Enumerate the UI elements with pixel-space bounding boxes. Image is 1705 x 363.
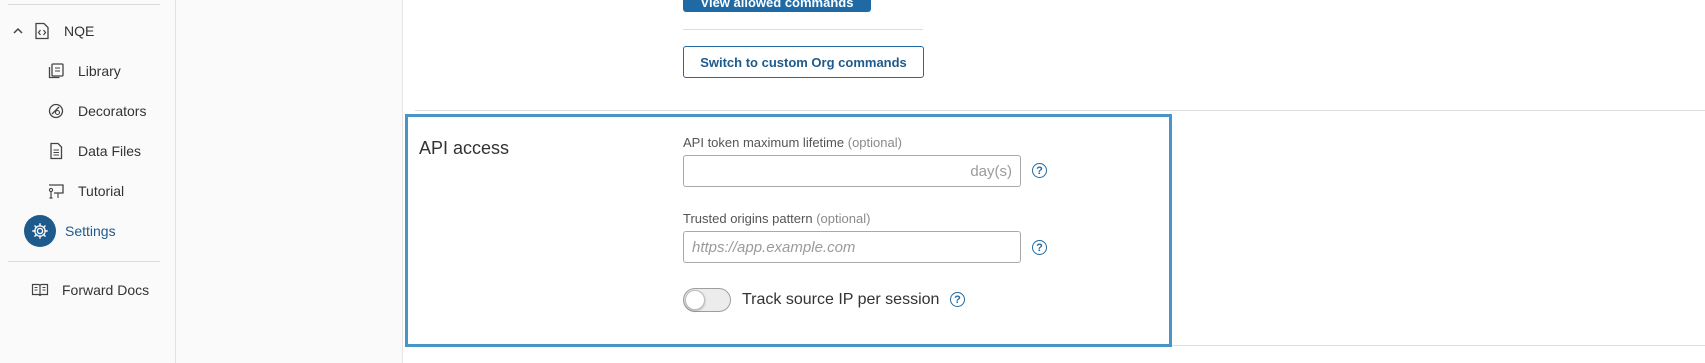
help-icon[interactable]: ?	[1032, 163, 1047, 178]
library-icon	[46, 61, 66, 81]
section-divider	[415, 110, 1705, 111]
view-allowed-commands-button[interactable]: View allowed commands	[683, 0, 871, 12]
divider	[683, 29, 923, 30]
sidebar-section-nqe[interactable]: NQE	[12, 15, 94, 47]
trusted-origins-input[interactable]: https://app.example.com	[683, 231, 1021, 263]
sidebar-divider	[8, 4, 160, 5]
sidebar-section-label: NQE	[64, 23, 95, 39]
toggle-knob	[685, 290, 705, 310]
sidebar-item-forward-docs[interactable]: Forward Docs	[30, 274, 149, 306]
sidebar-item-label: Settings	[65, 223, 116, 239]
sidebar-item-label: Tutorial	[78, 183, 125, 199]
data-files-icon	[46, 141, 66, 161]
sidebar-item-decorators[interactable]: Decorators	[46, 95, 146, 127]
tutorial-icon	[46, 181, 66, 201]
gear-icon	[32, 223, 48, 239]
help-icon[interactable]: ?	[1032, 240, 1047, 255]
switch-custom-org-commands-button[interactable]: Switch to custom Org commands	[683, 46, 924, 78]
trusted-origins-label: Trusted origins pattern (optional)	[683, 211, 870, 226]
code-file-icon	[32, 21, 52, 41]
optional-hint: (optional)	[847, 135, 902, 150]
sidebar-item-label: Forward Docs	[62, 282, 150, 298]
token-lifetime-label: API token maximum lifetime (optional)	[683, 135, 902, 150]
sidebar-divider	[8, 261, 160, 262]
sidebar-item-settings[interactable]: Settings	[24, 215, 116, 247]
sidebar-item-tutorial[interactable]: Tutorial	[46, 175, 124, 207]
sidebar-item-label: Decorators	[78, 103, 147, 119]
token-lifetime-input[interactable]: day(s)	[683, 155, 1021, 187]
sidebar: NQE Library Decorators Data Files Tutori…	[0, 0, 176, 363]
trusted-origins-placeholder: https://app.example.com	[692, 238, 856, 256]
section-title: API access	[419, 138, 510, 158]
book-icon	[30, 280, 50, 300]
days-suffix: day(s)	[970, 162, 1012, 180]
sidebar-item-library[interactable]: Library	[46, 55, 121, 87]
track-ip-toggle[interactable]	[683, 288, 731, 312]
settings-nav-gutter	[176, 0, 403, 363]
decorators-icon	[46, 101, 66, 121]
track-ip-label: Track source IP per session	[742, 291, 940, 308]
settings-badge	[24, 215, 56, 247]
sidebar-item-label: Library	[78, 63, 121, 79]
field-label-text: Trusted origins pattern	[683, 211, 813, 226]
sidebar-item-label: Data Files	[78, 143, 142, 159]
optional-hint: (optional)	[816, 211, 871, 226]
sidebar-item-data-files[interactable]: Data Files	[46, 135, 141, 167]
help-icon[interactable]: ?	[950, 292, 965, 307]
chevron-up-icon[interactable]	[12, 25, 24, 37]
field-label-text: API token maximum lifetime	[683, 135, 845, 150]
